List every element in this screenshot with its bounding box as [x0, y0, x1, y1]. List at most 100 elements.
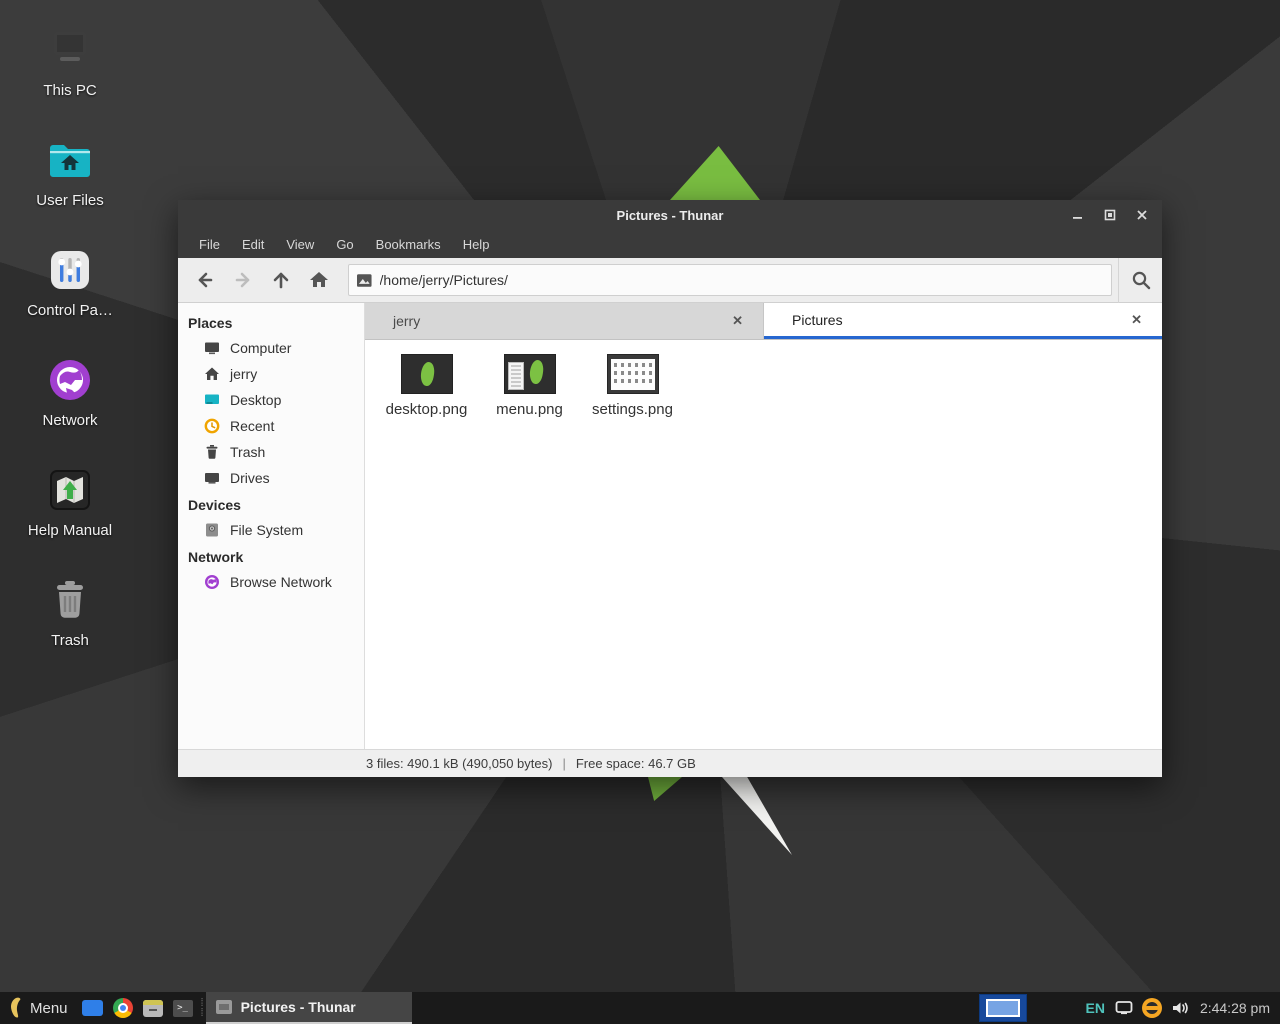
desktop-icon-label: Trash: [22, 632, 118, 649]
file-view[interactable]: desktop.png menu.png: [365, 340, 1162, 749]
minimize-button[interactable]: [1066, 203, 1090, 227]
file-desktop-png[interactable]: desktop.png: [375, 350, 478, 418]
chrome-launcher[interactable]: [108, 992, 138, 1024]
desktop-icon-control-panel[interactable]: Control Pa…: [22, 246, 118, 319]
sidebar-header-network: Network: [178, 543, 364, 569]
desktop-icon: [82, 1000, 103, 1016]
workspace-window-preview: [986, 999, 1020, 1017]
thunar-window: Pictures - Thunar File Edit View Go Book…: [178, 200, 1162, 777]
desktop-icon-label: Control Pa…: [22, 302, 118, 319]
tab-jerry[interactable]: jerry ✕: [365, 303, 764, 339]
start-menu-button[interactable]: Menu: [0, 992, 78, 1024]
volume-icon[interactable]: [1171, 1000, 1189, 1016]
drives-icon: [204, 470, 220, 486]
home-icon: [204, 366, 220, 382]
desktop-png-thumbnail: [401, 354, 453, 394]
sidebar-header-places: Places: [178, 309, 364, 335]
menu-bookmarks[interactable]: Bookmarks: [365, 233, 452, 256]
sidebar-item-label: Recent: [230, 418, 274, 434]
file-menu-png[interactable]: menu.png: [478, 350, 581, 418]
tab-pictures[interactable]: Pictures ✕: [764, 303, 1162, 339]
file-cabinet-icon: [143, 1000, 163, 1017]
menu-edit[interactable]: Edit: [231, 233, 275, 256]
sidebar-item-label: File System: [230, 522, 303, 538]
settings-png-thumbnail: [607, 354, 659, 394]
sidebar-item-label: Desktop: [230, 392, 281, 408]
terminal-icon: >_: [173, 1000, 193, 1017]
browse-network-icon: [204, 574, 220, 590]
desktop-icon-this-pc[interactable]: This PC: [22, 26, 118, 99]
menu-png-thumbnail: [504, 354, 556, 394]
tab-label: jerry: [393, 313, 726, 329]
desktop-icon-user-files[interactable]: User Files: [22, 136, 118, 209]
home-button[interactable]: [300, 263, 338, 297]
sidebar-item-label: Trash: [230, 444, 265, 460]
desktop-icon: [204, 392, 220, 408]
search-icon: [1130, 269, 1152, 291]
panel-grip-handle[interactable]: ⁞⁞: [198, 998, 206, 1018]
file-settings-png[interactable]: settings.png: [581, 350, 684, 418]
file-name: settings.png: [581, 401, 684, 418]
network-globe-icon: [46, 356, 94, 404]
sidebar-item-drives[interactable]: Drives: [178, 465, 364, 491]
menu-help[interactable]: Help: [452, 233, 501, 256]
desktop-icon-network[interactable]: Network: [22, 356, 118, 429]
keyboard-layout-indicator[interactable]: EN: [1085, 1000, 1104, 1016]
places-sidebar: Places Computer jerry Desktop Recent Tra…: [178, 303, 365, 749]
forward-button[interactable]: [224, 263, 262, 297]
menu-view[interactable]: View: [275, 233, 325, 256]
workspace-switcher[interactable]: [979, 994, 1027, 1022]
trash-can-icon: [46, 576, 94, 624]
tab-close-icon[interactable]: ✕: [726, 311, 749, 331]
close-button[interactable]: [1130, 203, 1154, 227]
free-space: Free space: 46.7 GB: [576, 756, 696, 771]
chrome-icon: [113, 998, 133, 1018]
filesystem-icon: [204, 522, 220, 538]
address-input[interactable]: [380, 272, 1103, 288]
taskbar: Menu >_ ⁞⁞ Pictures - Thunar EN 2:44:28 …: [0, 992, 1280, 1024]
sidebar-item-jerry[interactable]: jerry: [178, 361, 364, 387]
sidebar-item-browse-network[interactable]: Browse Network: [178, 569, 364, 595]
computer-icon: [46, 26, 94, 74]
desktop-icon-help-manual[interactable]: Help Manual: [22, 466, 118, 539]
display-tray-icon[interactable]: [1115, 1000, 1133, 1016]
menu-file[interactable]: File: [188, 233, 231, 256]
show-desktop-launcher[interactable]: [78, 992, 108, 1024]
sidebar-item-file-system[interactable]: File System: [178, 517, 364, 543]
tab-bar: jerry ✕ Pictures ✕: [365, 303, 1162, 340]
desktop-icon-label: User Files: [22, 192, 118, 209]
status-bar: 3 files: 490.1 kB (490,050 bytes) | Free…: [178, 749, 1162, 777]
help-manual-icon: [46, 466, 94, 514]
toolbar: [178, 258, 1162, 303]
terminal-launcher[interactable]: >_: [168, 992, 198, 1024]
tab-close-icon[interactable]: ✕: [1125, 310, 1148, 330]
user-files-folder-icon: [46, 136, 94, 184]
image-file-icon: [357, 274, 372, 287]
update-notifier-icon[interactable]: [1142, 998, 1162, 1018]
back-button[interactable]: [186, 263, 224, 297]
sidebar-item-computer[interactable]: Computer: [178, 335, 364, 361]
trash-icon: [204, 444, 220, 460]
clock[interactable]: 2:44:28 pm: [1200, 1000, 1270, 1016]
sidebar-item-recent[interactable]: Recent: [178, 413, 364, 439]
sidebar-item-label: jerry: [230, 366, 257, 382]
file-manager-launcher[interactable]: [138, 992, 168, 1024]
control-panel-icon: [46, 246, 94, 294]
desktop-icon-label: Help Manual: [22, 522, 118, 539]
thunar-task-icon: [216, 1000, 232, 1014]
sidebar-item-desktop[interactable]: Desktop: [178, 387, 364, 413]
sidebar-item-label: Drives: [230, 470, 270, 486]
search-button[interactable]: [1118, 258, 1162, 303]
sidebar-item-trash[interactable]: Trash: [178, 439, 364, 465]
sidebar-item-label: Browse Network: [230, 574, 332, 590]
titlebar[interactable]: Pictures - Thunar: [178, 200, 1162, 230]
menu-go[interactable]: Go: [325, 233, 364, 256]
distro-logo-icon: [8, 997, 23, 1019]
taskbar-window-button[interactable]: Pictures - Thunar: [206, 992, 412, 1024]
status-separator: |: [562, 756, 565, 771]
desktop-icon-trash[interactable]: Trash: [22, 576, 118, 649]
recent-clock-icon: [204, 418, 220, 434]
up-button[interactable]: [262, 263, 300, 297]
maximize-button[interactable]: [1098, 203, 1122, 227]
path-bar[interactable]: [348, 264, 1112, 296]
